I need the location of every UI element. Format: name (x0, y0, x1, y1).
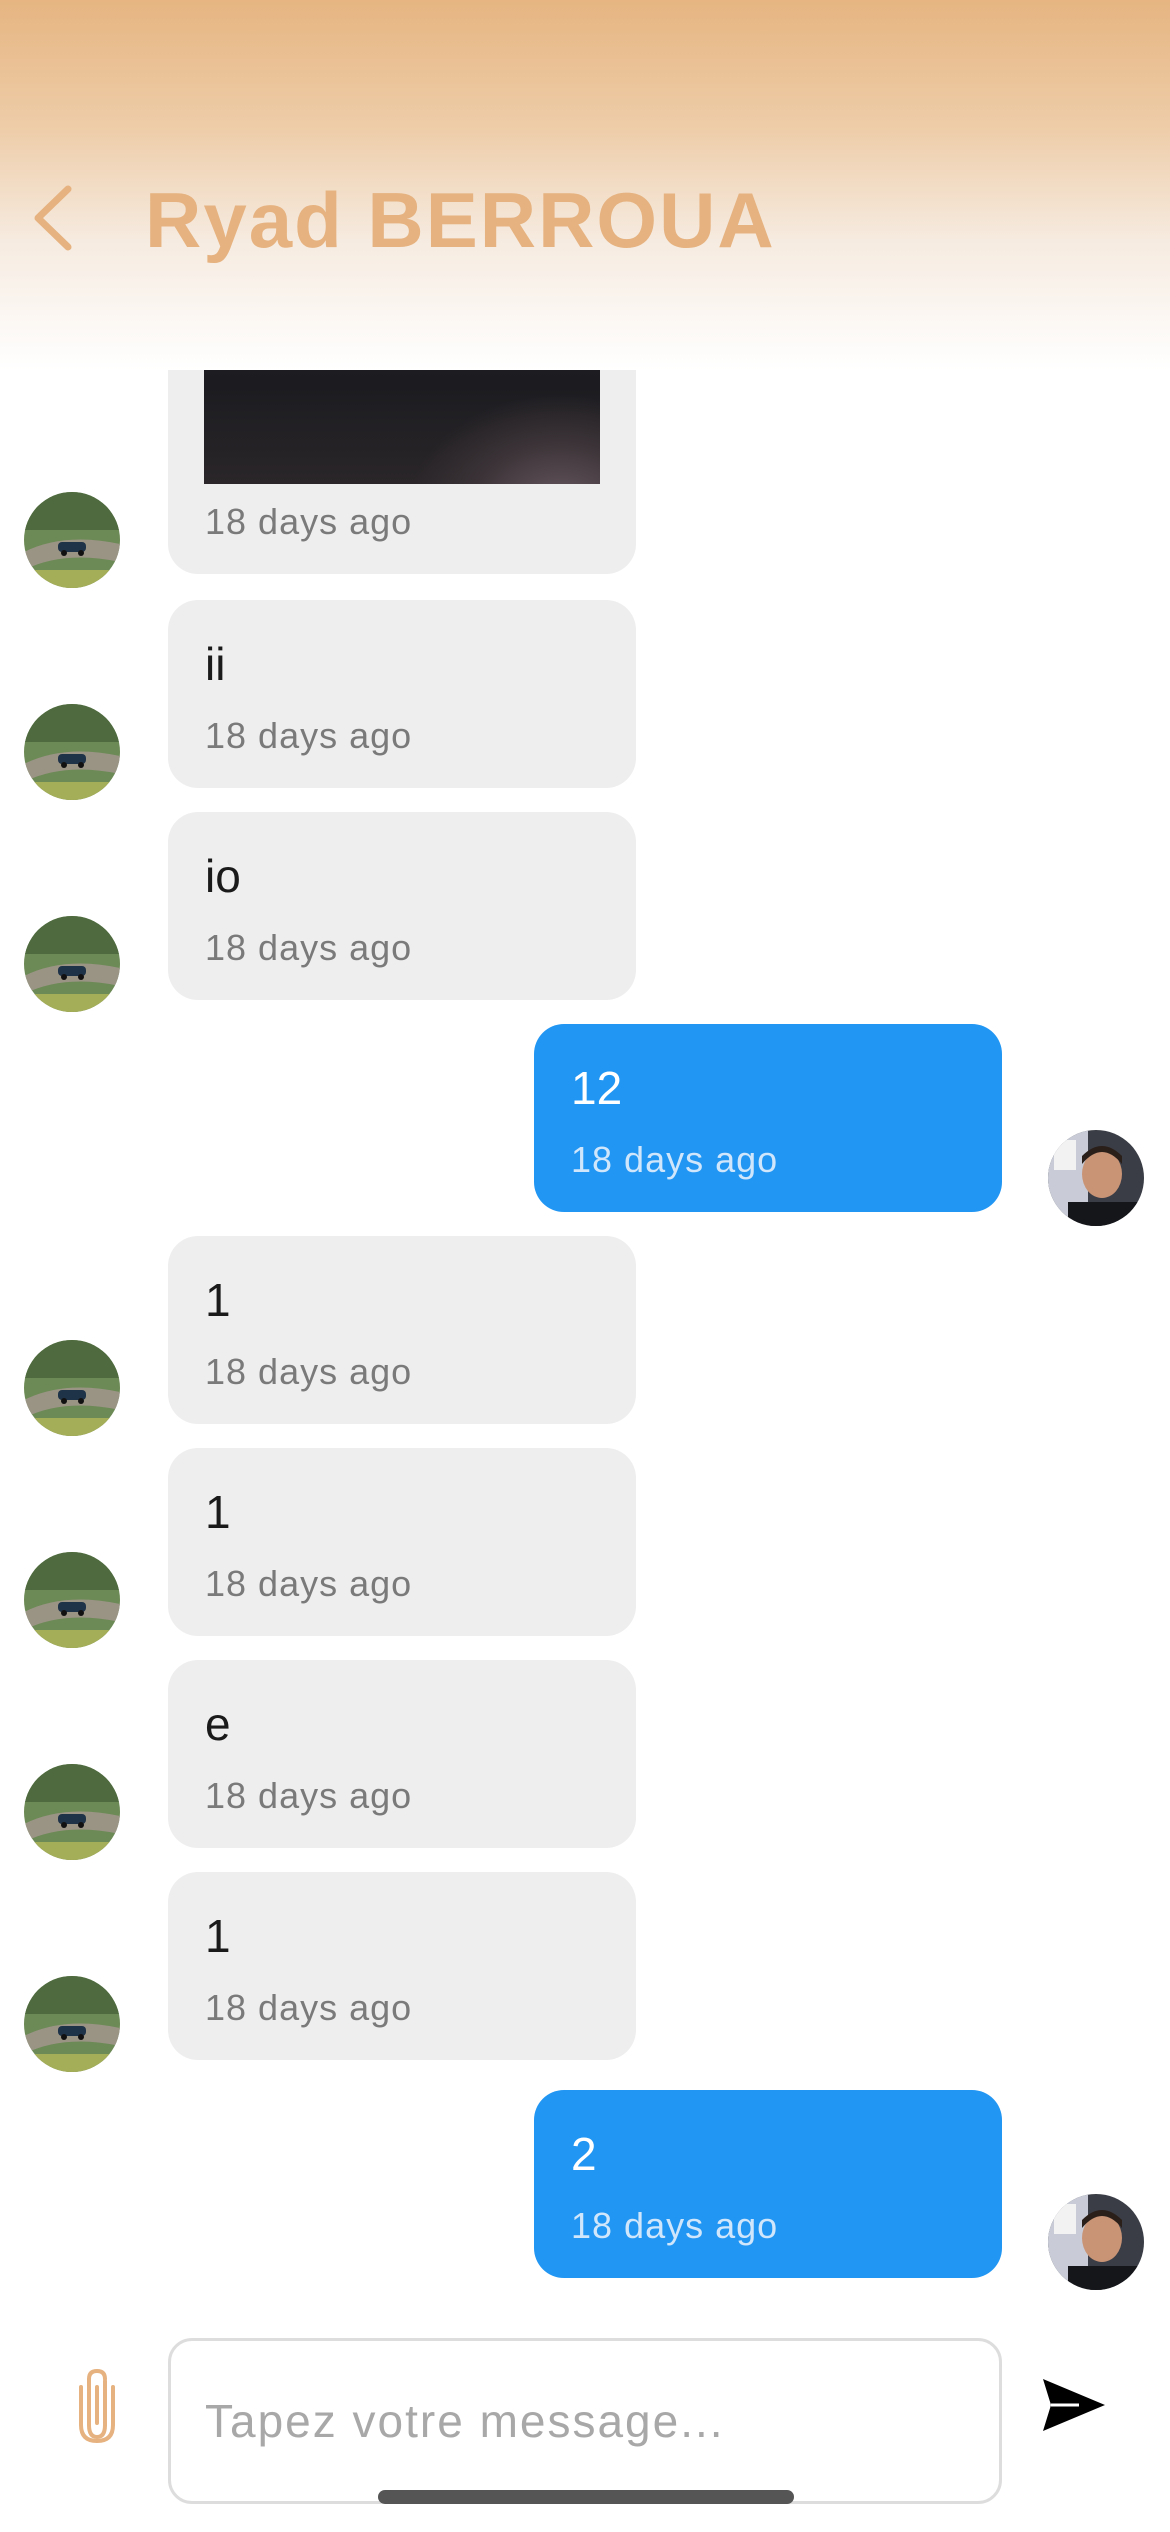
chevron-left-icon (34, 185, 72, 251)
contact-avatar (24, 1764, 120, 1860)
message-bubble-incoming[interactable]: 1 18 days ago (168, 1872, 636, 2060)
send-icon (1043, 2379, 1105, 2431)
message-timestamp: 18 days ago (205, 1563, 413, 1604)
message-bubble-incoming[interactable]: e 18 days ago (168, 1660, 636, 1848)
message-timestamp: 18 days ago (205, 1775, 413, 1816)
message-text: ii (205, 638, 226, 690)
my-avatar (1048, 1130, 1144, 1226)
message-text: 1 (205, 1274, 231, 1326)
contact-avatar (24, 1976, 120, 2072)
send-button[interactable] (1034, 2360, 1114, 2450)
message-bubble-incoming[interactable]: 1 18 days ago (168, 1448, 636, 1636)
message-timestamp: 18 days ago (205, 927, 413, 968)
contact-avatar (24, 916, 120, 1012)
message-timestamp: 18 days ago (205, 715, 413, 756)
message-timestamp: 18 days ago (205, 501, 413, 542)
attach-button[interactable] (62, 2360, 132, 2450)
message-bubble-incoming[interactable]: 1 18 days ago (168, 1236, 636, 1424)
message-bubble-outgoing[interactable]: 12 18 days ago (534, 1024, 1002, 1212)
contact-avatar (24, 492, 120, 588)
message-text: 1 (205, 1910, 231, 1962)
back-button[interactable] (18, 168, 88, 268)
contact-avatar (24, 704, 120, 800)
message-bubble-outgoing[interactable]: 2 18 days ago (534, 2090, 1002, 2278)
message-timestamp: 18 days ago (571, 2205, 779, 2246)
message-bubble-incoming[interactable]: io 18 days ago (168, 812, 636, 1000)
contact-name-title: Ryad BERROUA (145, 176, 776, 264)
message-text: 12 (571, 1062, 623, 1114)
contact-avatar (24, 1340, 120, 1436)
my-avatar (1048, 2194, 1144, 2290)
message-text: e (205, 1698, 231, 1750)
message-text: 1 (205, 1486, 231, 1538)
chat-screen: 18 days ago ii 18 days ago io 18 days ag… (0, 0, 1170, 2532)
message-timestamp: 18 days ago (205, 1351, 413, 1392)
chat-header: Ryad BERROUA (0, 0, 1170, 370)
message-timestamp: 18 days ago (205, 1987, 413, 2028)
home-indicator[interactable] (378, 2490, 794, 2504)
message-text: io (205, 850, 241, 902)
paperclip-icon (79, 2368, 115, 2443)
contact-avatar (24, 1552, 120, 1648)
message-timestamp: 18 days ago (571, 1139, 779, 1180)
message-bubble-incoming[interactable]: ii 18 days ago (168, 600, 636, 788)
message-input[interactable] (168, 2338, 1002, 2504)
message-text: 2 (571, 2128, 597, 2180)
